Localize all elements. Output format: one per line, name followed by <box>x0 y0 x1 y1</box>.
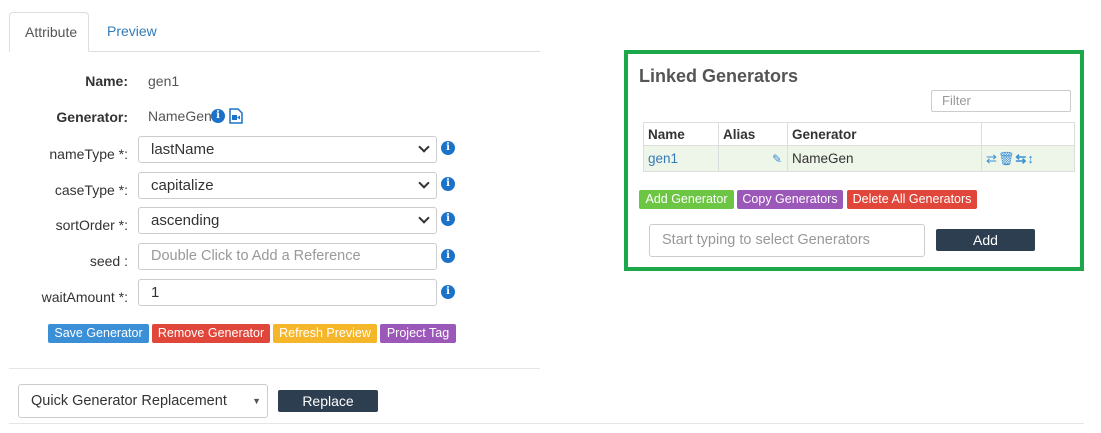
filter-input[interactable]: Filter <box>931 90 1071 112</box>
name-label: Name: <box>85 73 128 89</box>
waitamount-label: waitAmount *: <box>41 289 128 305</box>
linked-generators-table: Name Alias Generator gen1 ✎ NameGen ⇄🗑⇆↕ <box>643 122 1075 172</box>
row-name-link[interactable]: gen1 <box>648 151 678 166</box>
info-icon[interactable]: i <box>441 141 455 155</box>
row-alias-cell[interactable]: ✎ <box>718 145 788 172</box>
name-value: gen1 <box>148 73 180 89</box>
linked-generators-panel: Linked Generators Filter Name Alias Gene… <box>624 50 1084 271</box>
seed-placeholder: Double Click to Add a Reference <box>151 248 361 264</box>
table-row: gen1 ✎ NameGen ⇄🗑⇆↕ <box>643 145 1075 172</box>
linked-generators-title: Linked Generators <box>639 66 799 86</box>
generator-search-input[interactable]: Start typing to select Generators <box>649 224 925 257</box>
pencil-icon[interactable]: ✎ <box>772 152 782 166</box>
row-name-cell[interactable]: gen1 <box>643 145 719 172</box>
column-header-alias[interactable]: Alias <box>718 122 788 146</box>
chevron-down-icon <box>418 141 430 153</box>
remove-generator-button[interactable]: Remove Generator <box>152 324 270 343</box>
info-icon[interactable]: i <box>211 109 225 123</box>
add-button[interactable]: Add <box>936 229 1035 251</box>
tab-preview-label: Preview <box>107 23 157 39</box>
delete-all-generators-button[interactable]: Delete All Generators <box>847 190 977 209</box>
column-header-actions <box>981 122 1075 146</box>
info-icon[interactable]: i <box>441 212 455 226</box>
nametype-label: nameType *: <box>49 146 128 162</box>
exchange-icon[interactable]: ⇆ <box>1015 151 1026 167</box>
chevron-down-icon <box>418 177 430 189</box>
sort-icon[interactable]: ↕ <box>1027 151 1034 166</box>
nametype-value: lastName <box>151 141 215 158</box>
waitamount-input[interactable]: 1 <box>138 279 437 306</box>
replace-button[interactable]: Replace <box>278 390 378 412</box>
seed-label: seed : <box>89 253 128 269</box>
caret-down-icon: ▼ <box>252 396 261 406</box>
info-icon[interactable]: i <box>441 249 455 263</box>
sortorder-select[interactable]: ascending <box>138 207 437 234</box>
casetype-select[interactable]: capitalize <box>138 172 437 199</box>
info-icon[interactable]: i <box>441 285 455 299</box>
copy-generators-button[interactable]: Copy Generators <box>737 190 843 209</box>
column-header-generator[interactable]: Generator <box>787 122 982 146</box>
chevron-down-icon <box>418 212 430 224</box>
video-icon[interactable] <box>229 108 244 124</box>
table-header-row: Name Alias Generator <box>643 122 1075 146</box>
nametype-select[interactable]: lastName <box>138 136 437 163</box>
column-header-name[interactable]: Name <box>643 122 719 146</box>
trash-icon[interactable]: 🗑 <box>998 151 1015 167</box>
quick-replacement-select[interactable]: Quick Generator Replacement ▼ <box>18 384 268 418</box>
seed-input[interactable]: Double Click to Add a Reference <box>138 243 437 270</box>
generator-value: NameGen <box>148 108 212 124</box>
sortorder-value: ascending <box>151 212 220 229</box>
tab-preview[interactable]: Preview <box>92 12 172 52</box>
add-generator-button[interactable]: Add Generator <box>639 190 734 209</box>
sortorder-label: sortOrder *: <box>55 217 128 233</box>
quick-replacement-value: Quick Generator Replacement <box>31 393 227 409</box>
row-generator-cell: NameGen <box>787 145 982 172</box>
generator-label: Generator: <box>56 109 128 125</box>
refresh-preview-button[interactable]: Refresh Preview <box>273 324 377 343</box>
casetype-value: capitalize <box>151 177 214 194</box>
bottom-divider <box>9 423 1084 424</box>
tab-attribute[interactable]: Attribute <box>9 12 89 52</box>
row-generator: NameGen <box>792 151 854 166</box>
save-generator-button[interactable]: Save Generator <box>48 324 149 343</box>
section-divider <box>9 368 540 369</box>
casetype-label: caseType *: <box>54 182 128 198</box>
waitamount-value: 1 <box>151 284 160 301</box>
info-icon[interactable]: i <box>441 177 455 191</box>
project-tag-button[interactable]: Project Tag <box>380 324 456 343</box>
generator-search-placeholder: Start typing to select Generators <box>662 232 870 248</box>
filter-placeholder: Filter <box>942 93 971 108</box>
swap-icon[interactable]: ⇄ <box>986 151 997 167</box>
row-actions-cell: ⇄🗑⇆↕ <box>981 145 1075 172</box>
tab-attribute-label: Attribute <box>25 24 78 40</box>
